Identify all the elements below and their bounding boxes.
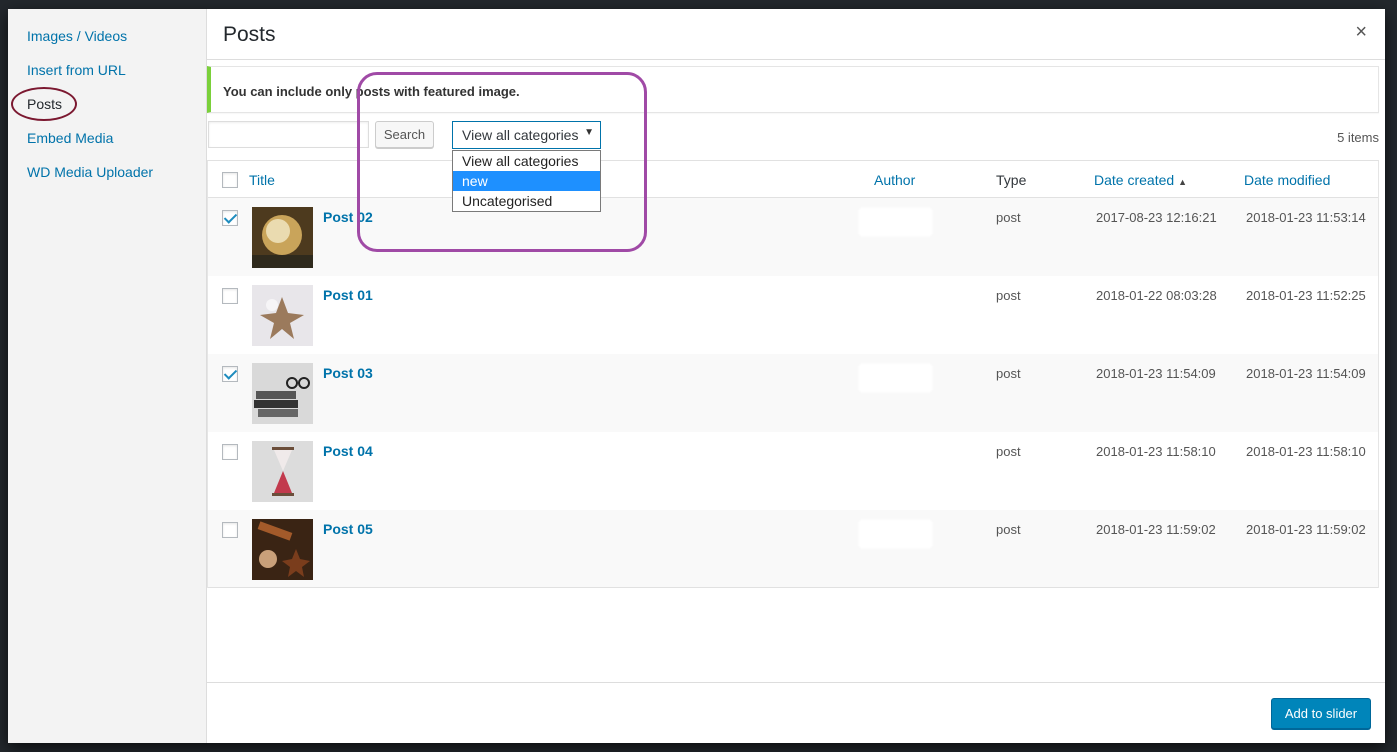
row-checkbox[interactable] <box>222 288 238 304</box>
date-created: 2018-01-23 11:58:10 <box>1096 444 1216 459</box>
author-redacted <box>858 207 933 237</box>
post-type: post <box>996 522 1021 537</box>
date-modified: 2018-01-23 11:54:09 <box>1246 366 1366 381</box>
table-row: Post 04 post 2018-01-23 11:58:10 2018-01… <box>208 432 1378 510</box>
post-type: post <box>996 288 1021 303</box>
date-created: 2018-01-23 11:59:02 <box>1096 522 1216 537</box>
date-modified: 2018-01-23 11:59:02 <box>1246 522 1366 537</box>
page-title: Posts <box>223 23 276 46</box>
search-button[interactable]: Search <box>375 121 434 148</box>
category-option-uncategorised[interactable]: Uncategorised <box>453 191 600 211</box>
category-option-all[interactable]: View all categories <box>453 151 600 171</box>
table-row: Post 03 post 2018-01-23 11:54:09 2018-01… <box>208 354 1378 432</box>
table-row: Post 05 post 2018-01-23 11:59:02 2018-01… <box>208 510 1378 588</box>
category-dropdown: View all categories new Uncategorised <box>452 150 601 212</box>
dropdown-arrow-icon: ▼ <box>584 127 594 138</box>
sidebar-item-posts[interactable]: Posts <box>27 96 62 112</box>
media-modal: Images / Videos Insert from URL Posts Em… <box>8 9 1385 743</box>
author-redacted <box>858 441 933 471</box>
date-modified: 2018-01-23 11:58:10 <box>1246 444 1366 459</box>
items-count: 5 items <box>1337 130 1379 145</box>
sidebar-item-wd-media-uploader[interactable]: WD Media Uploader <box>27 164 153 180</box>
column-date-created-label: Date created <box>1094 172 1175 188</box>
post-title-link[interactable]: Post 03 <box>323 365 373 381</box>
column-date-created[interactable]: Date created ▲ <box>1094 172 1187 188</box>
author-redacted <box>858 285 933 315</box>
date-modified: 2018-01-23 11:53:14 <box>1246 210 1366 225</box>
date-modified: 2018-01-23 11:52:25 <box>1246 288 1366 303</box>
sidebar-item-embed-media[interactable]: Embed Media <box>27 130 113 146</box>
post-thumbnail <box>252 441 313 502</box>
row-checkbox[interactable] <box>222 210 238 226</box>
search-input[interactable] <box>208 121 369 148</box>
column-type: Type <box>996 172 1027 188</box>
sidebar-item-images-videos[interactable]: Images / Videos <box>27 28 127 44</box>
author-redacted <box>858 519 933 549</box>
date-created: 2018-01-22 08:03:28 <box>1096 288 1217 303</box>
post-thumbnail <box>252 285 313 346</box>
post-type: post <box>996 444 1021 459</box>
table-row: Post 01 post 2018-01-22 08:03:28 2018-01… <box>208 276 1378 354</box>
post-thumbnail <box>252 207 313 268</box>
column-date-modified[interactable]: Date modified <box>1244 172 1330 188</box>
add-to-slider-button[interactable]: Add to slider <box>1271 698 1371 729</box>
post-type: post <box>996 210 1021 225</box>
sidebar-item-insert-from-url[interactable]: Insert from URL <box>27 62 126 78</box>
posts-table: Title Author Type Date created ▲ Date mod… <box>207 160 1379 588</box>
row-checkbox[interactable] <box>222 444 238 460</box>
table-row: Post 02 post 2017-08-23 12:16:21 2018-01… <box>208 198 1378 276</box>
close-icon[interactable]: × <box>1355 21 1367 44</box>
category-select[interactable]: View all categories ▼ <box>452 121 601 149</box>
row-checkbox[interactable] <box>222 366 238 382</box>
select-all-checkbox[interactable] <box>222 172 238 188</box>
table-header: Title Author Type Date created ▲ Date mod… <box>208 161 1378 198</box>
date-created: 2018-01-23 11:54:09 <box>1096 366 1216 381</box>
modal-header: Posts × <box>207 9 1385 60</box>
column-title[interactable]: Title <box>249 172 275 188</box>
post-title-link[interactable]: Post 05 <box>323 521 373 537</box>
category-option-new[interactable]: new <box>453 171 600 191</box>
notice-text: You can include only posts with featured… <box>223 84 520 99</box>
info-notice: You can include only posts with featured… <box>207 66 1379 113</box>
author-redacted <box>858 363 933 393</box>
post-title-link[interactable]: Post 01 <box>323 287 373 303</box>
media-sidebar: Images / Videos Insert from URL Posts Em… <box>8 9 207 743</box>
post-title-link[interactable]: Post 04 <box>323 443 373 459</box>
sort-asc-icon: ▲ <box>1178 177 1188 187</box>
post-thumbnail <box>252 519 313 580</box>
modal-footer: Add to slider <box>207 682 1385 743</box>
date-created: 2017-08-23 12:16:21 <box>1096 210 1217 225</box>
row-checkbox[interactable] <box>222 522 238 538</box>
post-title-link[interactable]: Post 02 <box>323 209 373 225</box>
category-select-value: View all categories <box>462 127 579 143</box>
column-author[interactable]: Author <box>874 172 915 188</box>
post-type: post <box>996 366 1021 381</box>
post-thumbnail <box>252 363 313 424</box>
posts-content: You can include only posts with featured… <box>207 60 1385 682</box>
